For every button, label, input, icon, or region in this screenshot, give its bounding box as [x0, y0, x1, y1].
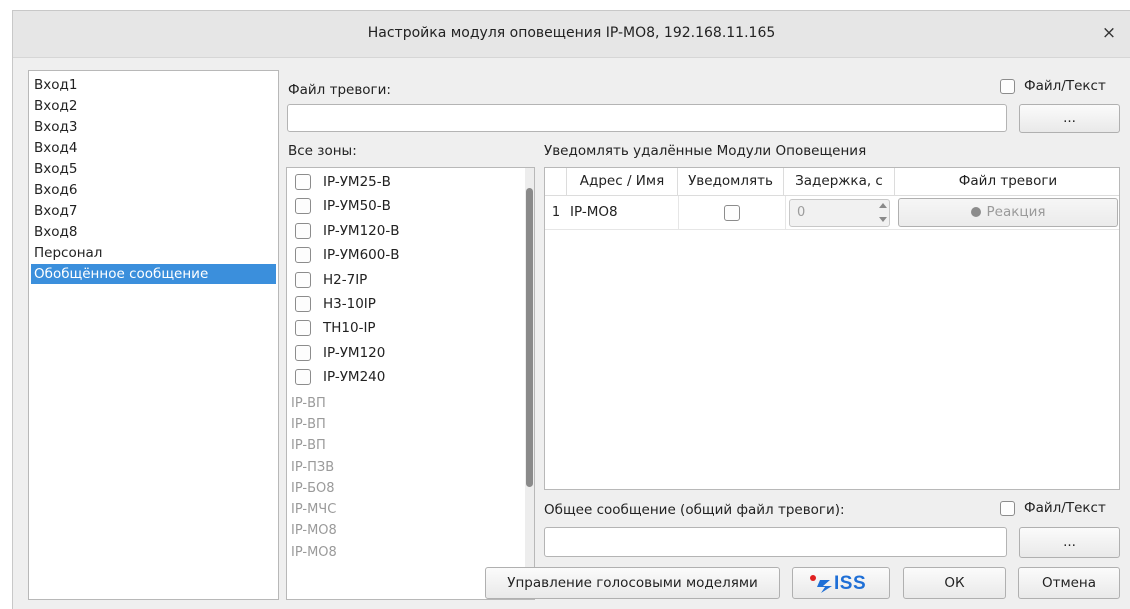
general-message-label: Общее сообщение (общий файл тревоги): — [544, 502, 845, 518]
zone-label: IP-УМ50-В — [323, 198, 391, 215]
list-item[interactable]: Вход3 — [31, 117, 276, 137]
row-number: 1 — [551, 205, 561, 220]
list-item[interactable]: Вход5 — [31, 159, 276, 179]
alarm-file-text-checkbox[interactable] — [1000, 78, 1015, 94]
browse-label: ... — [1063, 110, 1076, 126]
delay-header[interactable]: Задержка, с — [784, 168, 895, 195]
zone-item[interactable]: Н3-10IP — [295, 292, 376, 316]
reaction-label: Реакция — [986, 204, 1046, 220]
zone-item[interactable]: IP-УМ120-В — [295, 219, 399, 243]
zone-checkbox[interactable] — [295, 247, 311, 264]
row-reaction-button[interactable]: Реакция — [898, 198, 1118, 227]
address-header[interactable]: Адрес / Имя — [567, 168, 678, 195]
zone-item-disabled: IP-МЧС — [291, 502, 337, 518]
general-message-file-text-checkbox[interactable] — [1000, 500, 1015, 516]
title-bar: Настройка модуля оповещения IP-МО8, 192.… — [13, 11, 1130, 58]
zone-item-disabled: IP-ВП — [291, 438, 326, 454]
zone-label: IP-УМ240 — [323, 369, 386, 386]
table-row[interactable]: 1 IP-МО8 0 Реакция — [545, 196, 1119, 230]
list-item[interactable]: Вход1 — [31, 75, 276, 95]
zone-item-disabled: IP-МО8 — [291, 523, 337, 539]
zone-label: Н2-7IP — [323, 271, 368, 288]
alarm-file-label: Файл тревоги: — [288, 82, 391, 98]
notify-table-header: Адрес / Имя Уведомлять Задержка, с Файл … — [545, 168, 1119, 196]
zone-checkbox[interactable] — [295, 344, 311, 361]
window-title: Настройка модуля оповещения IP-МО8, 192.… — [367, 25, 776, 41]
zones-list[interactable]: IP-УМ25-В IP-УМ50-В IP-УМ120-В IP-УМ600-В Н2… — [286, 167, 535, 600]
list-item[interactable]: Вход2 — [31, 96, 276, 116]
zone-checkbox[interactable] — [295, 369, 311, 386]
input-list[interactable]: Вход1 Вход2 Вход3 Вход4 Вход5 Вход6 Вход7 Вход8… — [28, 70, 279, 600]
close-button[interactable]: × — [1100, 24, 1118, 42]
zone-checkbox[interactable] — [295, 296, 311, 312]
row-delay-spinbox[interactable]: 0 — [789, 199, 890, 227]
notify-table: Адрес / Имя Уведомлять Задержка, с Файл … — [544, 167, 1120, 490]
list-item[interactable]: Вход7 — [31, 201, 276, 221]
voice-models-button[interactable]: Управление голосовыми моделями — [485, 567, 780, 599]
alarm-file-input[interactable] — [287, 104, 1007, 132]
zone-checkbox[interactable] — [295, 271, 311, 288]
general-message-file-text-label: Файл/Текст — [1024, 500, 1106, 516]
zone-checkbox[interactable] — [295, 222, 311, 239]
list-item[interactable]: Персонал — [31, 243, 276, 263]
zone-item[interactable]: IP-УМ120 — [295, 341, 385, 365]
zones-scrollbar-thumb[interactable] — [526, 188, 533, 487]
zones-label: Все зоны: — [288, 143, 357, 159]
notify-header[interactable]: Уведомлять — [678, 168, 784, 195]
zone-label: IP-УМ120 — [323, 344, 386, 361]
row-address: IP-МО8 — [570, 204, 618, 220]
row-number-header — [545, 168, 567, 195]
general-message-input[interactable] — [544, 527, 1007, 557]
general-message-browse-button[interactable]: ... — [1019, 527, 1120, 558]
zone-item-disabled: IP-ВП — [291, 416, 326, 432]
zone-item-disabled: IP-БО8 — [291, 480, 335, 496]
general-message-file-text-toggle[interactable]: Файл/Текст — [1000, 500, 1106, 516]
zone-item[interactable]: IP-УМ600-В — [295, 243, 399, 267]
iss-logo-button[interactable]: ISS — [792, 567, 890, 599]
alarm-file-text-toggle[interactable]: Файл/Текст — [1000, 78, 1106, 94]
iss-logo-text: ISS — [834, 573, 867, 594]
settings-dialog: Настройка модуля оповещения IP-МО8, 192.… — [12, 10, 1130, 609]
spin-up-icon[interactable] — [879, 203, 887, 208]
zone-item[interactable]: Н2-7IP — [295, 268, 367, 292]
zone-label: Н3-10IP — [323, 296, 376, 312]
ok-label: ОК — [944, 575, 965, 591]
zones-scrollbar[interactable] — [525, 168, 534, 599]
voice-models-label: Управление голосовыми моделями — [507, 575, 758, 591]
alarm-file-text-label: Файл/Текст — [1024, 78, 1106, 94]
zone-item-disabled: IP-ПЗВ — [291, 459, 335, 475]
list-item[interactable]: Вход8 — [31, 222, 276, 242]
ok-button[interactable]: ОК — [903, 567, 1006, 599]
iss-logo-icon: ISS — [808, 573, 878, 594]
list-item[interactable]: Обобщённое сообщение — [31, 264, 276, 284]
spin-down-icon[interactable] — [879, 217, 887, 222]
zone-item[interactable]: IP-УМ50-В — [295, 194, 391, 218]
zone-checkbox[interactable] — [295, 320, 311, 337]
reaction-dot-icon — [970, 207, 981, 217]
cancel-label: Отмена — [1041, 575, 1097, 591]
zone-label: IP-УМ25-В — [323, 174, 391, 190]
zone-checkbox[interactable] — [295, 198, 311, 215]
zone-item-disabled: IP-МО8 — [291, 544, 337, 560]
zone-item[interactable]: ТН10-IP — [295, 316, 376, 340]
zone-label: ТН10-IP — [323, 320, 376, 337]
notify-label: Уведомлять удалённые Модули Оповещения — [544, 143, 867, 159]
notify-cell — [678, 196, 786, 229]
alarm-file-browse-button[interactable]: ... — [1019, 104, 1120, 133]
list-item[interactable]: Вход6 — [31, 180, 276, 200]
browse-label: ... — [1063, 534, 1076, 550]
list-item[interactable]: Вход4 — [31, 138, 276, 158]
zone-label: IP-УМ600-В — [323, 247, 400, 264]
zone-checkbox[interactable] — [295, 174, 311, 190]
cancel-button[interactable]: Отмена — [1018, 567, 1120, 599]
zone-item-disabled: IP-ВП — [291, 395, 326, 411]
zone-label: IP-УМ120-В — [323, 222, 400, 239]
zone-item[interactable]: IP-УМ240 — [295, 365, 385, 389]
row-notify-checkbox[interactable] — [724, 205, 740, 221]
row-delay-value: 0 — [797, 205, 806, 220]
zone-item[interactable]: IP-УМ25-В — [295, 170, 391, 194]
close-icon: × — [1101, 23, 1117, 43]
file-header[interactable]: Файл тревоги — [895, 168, 1119, 195]
